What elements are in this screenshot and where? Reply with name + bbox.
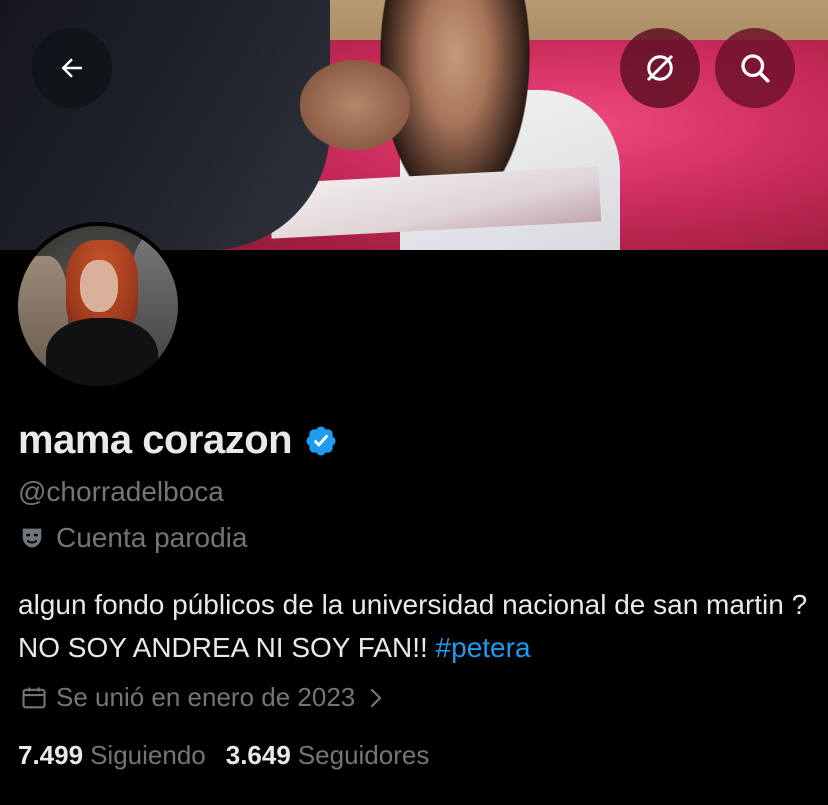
calendar-icon — [22, 687, 46, 708]
followers-link[interactable]: 3.649 Seguidores — [226, 740, 430, 771]
mask-icon — [22, 528, 42, 548]
following-label: Siguiendo — [90, 740, 206, 770]
display-name: mama corazon — [18, 418, 293, 462]
globe-slash-icon — [646, 54, 674, 82]
joined-date: Se unió en enero de 2023 — [56, 682, 356, 712]
banner-hand — [300, 60, 410, 150]
back-button[interactable] — [32, 28, 112, 108]
display-name-row: mama corazon — [18, 418, 338, 463]
search-icon — [741, 54, 770, 83]
avatar-image — [18, 226, 178, 386]
avatar-face — [80, 260, 118, 312]
parody-label-row: Cuenta parodia — [18, 522, 247, 554]
following-count: 7.499 — [18, 740, 84, 770]
profile-avatar[interactable] — [14, 222, 182, 390]
followers-count: 3.649 — [225, 740, 291, 770]
arrow-left-icon — [61, 58, 82, 78]
avatar-body — [46, 318, 158, 386]
translate-button[interactable] — [620, 28, 700, 108]
profile-banner[interactable] — [0, 0, 828, 250]
user-handle: @chorradelboca — [18, 476, 224, 507]
profile-bio: algun fondo públicos de la universidad n… — [18, 583, 818, 669]
bio-hashtag-link[interactable]: #petera — [436, 632, 531, 663]
following-link[interactable]: 7.499 Siguiendo — [18, 740, 206, 771]
search-button[interactable] — [715, 28, 795, 108]
follow-stats: 7.499 Siguiendo 3.649 Seguidores — [18, 740, 429, 771]
followers-label: Seguidores — [297, 740, 430, 770]
verified-badge-icon[interactable] — [304, 424, 338, 458]
joined-date-row[interactable]: Se unió en enero de 2023 — [20, 682, 385, 713]
bio-text: algun fondo públicos de la universidad n… — [18, 589, 808, 663]
parody-label: Cuenta parodia — [56, 522, 248, 553]
chevron-right-icon — [367, 687, 385, 709]
